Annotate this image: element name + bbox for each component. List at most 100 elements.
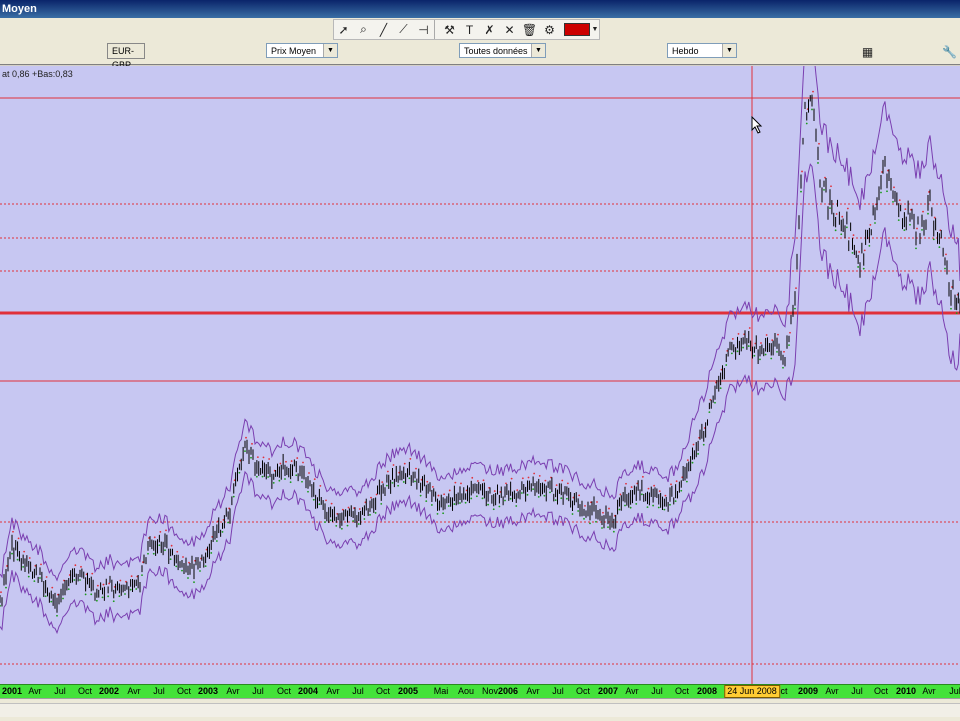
text-icon[interactable]: T [460,20,479,39]
high-marker [608,507,610,510]
high-marker [96,584,99,587]
low-marker [11,552,13,555]
low-marker [141,574,143,577]
low-marker [624,504,626,507]
axis-month-label: Avr [526,686,540,696]
low-marker [577,510,580,512]
axis-month-label: Jul [252,686,264,696]
trash-icon[interactable]: 🗑 [520,20,539,39]
high-marker [308,472,310,474]
low-marker [782,366,784,369]
low-marker [90,593,93,596]
low-marker [725,364,728,366]
trend-line-icon[interactable]: ⟋ [394,20,413,39]
chart-settings-icon[interactable]: ▦ [858,42,877,61]
axis-year-label: 2006 [497,686,519,696]
pointer-icon[interactable]: ➚ [334,20,353,39]
low-marker [520,492,523,494]
horizontal-line-icon[interactable]: ⊣ [414,20,433,39]
low-marker [470,497,473,500]
axis-month-label: Avr [625,686,639,696]
low-marker [481,497,484,500]
low-marker [301,480,303,483]
low-marker [255,475,258,478]
low-marker [543,494,546,497]
fibonacci-icon[interactable]: ✗ [480,20,499,39]
chart-legend: at 0,86 +Bas:0,83 [2,69,73,79]
low-marker [770,357,773,360]
draw-line-icon[interactable]: ╱ [374,20,393,39]
high-marker [493,490,496,492]
high-marker [658,490,661,493]
low-marker [101,596,104,599]
low-marker [284,478,286,480]
price-chart[interactable]: at 0,86 +Bas:0,83 [0,66,960,684]
cross-icon[interactable]: ✕ [500,20,519,39]
tools-icon[interactable]: ⚙ [540,20,559,39]
high-marker [801,170,803,173]
axis-month-label: Avr [28,686,42,696]
low-marker [800,190,802,193]
axis-month-label: Oct [674,686,690,696]
high-marker [527,476,530,479]
high-marker [566,482,569,485]
indicator-icon[interactable]: ⚒ [440,20,459,39]
high-marker [403,462,406,465]
low-marker [595,520,597,523]
high-marker [561,479,564,482]
high-marker [443,493,446,496]
axis-month-label: Jul [54,686,66,696]
axis-month-label: Avr [922,686,936,696]
low-marker [526,493,529,496]
low-marker [823,188,825,191]
data-range-select[interactable]: Toutes données ▼ [459,43,546,58]
price-type-select[interactable]: Prix Moyen ▼ [266,43,338,58]
axis-year-label: 2005 [397,686,419,696]
high-marker [619,493,622,496]
high-marker [102,583,105,586]
high-marker [296,457,299,459]
low-marker [324,521,326,523]
high-marker [108,582,111,585]
low-marker [380,502,383,505]
low-marker [921,228,923,231]
low-marker [369,513,371,516]
low-marker [232,495,235,498]
low-marker [312,498,315,501]
high-marker [692,443,695,446]
low-marker [453,503,456,505]
toolbar-group: ➚ ⌕ ╱ ⟋ ⊣ ⚒ T ✗ ✕ 🗑 ⚙ ▼ [333,19,600,40]
low-marker [210,552,213,554]
low-marker [944,267,946,270]
zoom-icon[interactable]: ⌕ [354,20,373,39]
chevron-down-icon: ▼ [591,26,599,33]
high-marker [675,480,678,483]
low-marker [834,229,837,232]
high-marker [290,460,293,462]
high-marker [641,475,644,478]
axis-year-label: 2004 [297,686,319,696]
axis-month-label: Avr [825,686,839,696]
line-color-picker[interactable]: ▼ [560,20,599,39]
low-marker [747,345,750,347]
wrench-icon[interactable]: 🔧 [940,42,959,61]
low-marker [487,503,490,506]
horizontal-scrollbar[interactable] [0,698,960,721]
high-marker [454,481,457,484]
high-marker [578,494,581,497]
low-marker [571,513,574,515]
axis-month-label: Avr [326,686,340,696]
scrollbar-track[interactable] [0,703,960,717]
low-marker [685,480,688,483]
low-marker [112,600,115,603]
high-marker [165,529,167,532]
high-marker [783,350,785,353]
symbol-button[interactable]: EUR-GBP [107,43,145,70]
low-marker [56,614,58,617]
period-select[interactable]: Hebdo ▼ [667,43,737,58]
low-marker [851,252,854,254]
low-marker [565,497,568,500]
low-marker [397,484,400,487]
low-marker [419,494,422,497]
low-marker [152,552,155,555]
